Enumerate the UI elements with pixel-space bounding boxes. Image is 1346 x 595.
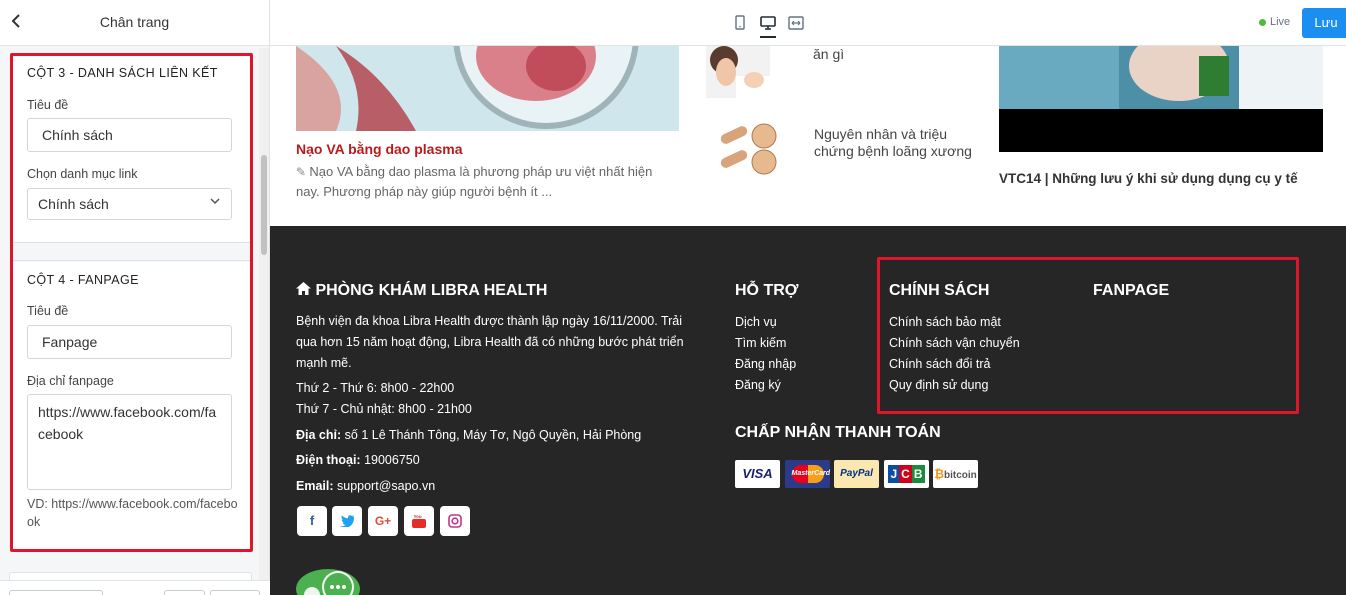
footer-link[interactable]: Đăng nhập	[735, 357, 796, 371]
footer-link[interactable]: Tìm kiếm	[735, 336, 786, 350]
chat-bubble-icon[interactable]	[296, 569, 360, 595]
live-status-dot	[1259, 19, 1266, 26]
bitcoin-icon: ₿bitcoin	[933, 460, 978, 488]
sidebar-footer-button[interactable]	[210, 590, 260, 595]
about-heading: PHÒNG KHÁM LIBRA HEALTH	[296, 282, 547, 300]
email-line: Email: support@sapo.vn	[296, 476, 435, 497]
article-excerpt-text: Nạo VA bằng dao plasma là phương pháp ưu…	[296, 164, 653, 199]
sidebar-header: Chân trang	[0, 0, 269, 46]
article-image[interactable]	[296, 46, 679, 131]
news-thumbnail[interactable]	[706, 46, 770, 98]
mastercard-label: MasterCard	[791, 465, 830, 483]
address-line: Địa chỉ: số 1 Lê Thánh Tông, Máy Tơ, Ngô…	[296, 425, 641, 446]
jcb-c: C	[899, 465, 912, 483]
phone-line: Điện thoại: 19006750	[296, 450, 420, 471]
jcb-j: J	[888, 465, 900, 483]
highlight-box	[877, 257, 1299, 414]
fullscreen-view-icon[interactable]	[787, 14, 805, 32]
news-title[interactable]: Nguyên nhân và triệu chứng bệnh loãng xư…	[814, 126, 974, 160]
desktop-view-icon[interactable]	[759, 14, 777, 32]
site-preview: Nạo VA bằng dao plasma ✎ Nạo VA bằng dao…	[270, 46, 1346, 595]
video-controls[interactable]	[999, 109, 1323, 152]
mastercard-icon: MasterCard	[785, 460, 830, 488]
news-thumbnail[interactable]	[716, 120, 780, 176]
facebook-icon[interactable]: f	[297, 506, 327, 536]
article-excerpt: ✎ Nạo VA bằng dao plasma là phương pháp …	[296, 162, 676, 201]
footer-link[interactable]: Đăng ký	[735, 378, 781, 392]
phone-label: Điện thoại:	[296, 453, 361, 467]
settings-sidebar: Chân trang CỘT 3 - DANH SÁCH LIÊN KẾT Ti…	[0, 0, 270, 595]
paypal-icon: PayPal	[834, 460, 879, 488]
mobile-view-icon[interactable]	[731, 14, 749, 32]
news-title[interactable]: ăn gì	[813, 46, 844, 63]
email-value[interactable]: support@sapo.vn	[337, 479, 435, 493]
editor-topbar: Live Lưu	[270, 0, 1346, 46]
google-plus-icon[interactable]: G+	[368, 506, 398, 536]
live-status-label: Live	[1270, 16, 1291, 28]
youtube-icon[interactable]: You	[404, 506, 434, 536]
active-view-indicator	[760, 36, 776, 38]
sidebar-footer-button[interactable]	[164, 590, 205, 595]
about-heading-text: PHÒNG KHÁM LIBRA HEALTH	[315, 282, 548, 299]
hours-weekday: Thứ 2 - Thứ 6: 8h00 - 22h00	[296, 381, 455, 395]
sidebar-title: Chân trang	[99, 14, 170, 30]
svg-text:You: You	[414, 514, 422, 519]
sidebar-footer-button[interactable]	[9, 590, 103, 595]
home-icon	[296, 282, 315, 299]
email-label: Email:	[296, 479, 334, 493]
phone-value[interactable]: 19006750	[364, 453, 420, 467]
highlight-box	[10, 53, 253, 552]
visa-icon: VISA	[735, 460, 780, 488]
address-value: số 1 Lê Thánh Tông, Máy Tơ, Ngô Quyền, H…	[344, 428, 642, 442]
theme-editor: Chân trang CỘT 3 - DANH SÁCH LIÊN KẾT Ti…	[0, 0, 1346, 595]
footer-link[interactable]: Dịch vụ	[735, 315, 777, 329]
twitter-icon[interactable]	[332, 506, 362, 536]
payment-heading: CHẤP NHẬN THANH TOÁN	[735, 424, 941, 441]
edit-icon: ✎	[296, 165, 310, 179]
sidebar-scroll-thumb[interactable]	[261, 155, 267, 255]
video-caption[interactable]: VTC14 | Những lưu ý khi sử dụng dụng cụ …	[999, 171, 1298, 186]
address-label: Địa chỉ:	[296, 428, 342, 442]
jcb-icon: JCB	[884, 460, 929, 488]
bitcoin-label: bitcoin	[944, 470, 977, 481]
support-heading: HỖ TRỢ	[735, 282, 799, 299]
bitcoin-symbol: ₿	[934, 467, 944, 481]
hours-weekend: Thứ 7 - Chủ nhật: 8h00 - 21h00	[296, 402, 472, 416]
instagram-icon[interactable]	[440, 506, 470, 536]
article-title[interactable]: Nạo VA bằng dao plasma	[296, 141, 462, 157]
about-description: Bệnh viện đa khoa Libra Health được thàn…	[296, 314, 684, 370]
site-footer: PHÒNG KHÁM LIBRA HEALTH Bệnh viện đa kho…	[270, 226, 1346, 595]
jcb-b: B	[911, 465, 925, 483]
save-button[interactable]: Lưu	[1302, 8, 1346, 38]
sidebar-scrollbar[interactable]	[259, 48, 269, 595]
